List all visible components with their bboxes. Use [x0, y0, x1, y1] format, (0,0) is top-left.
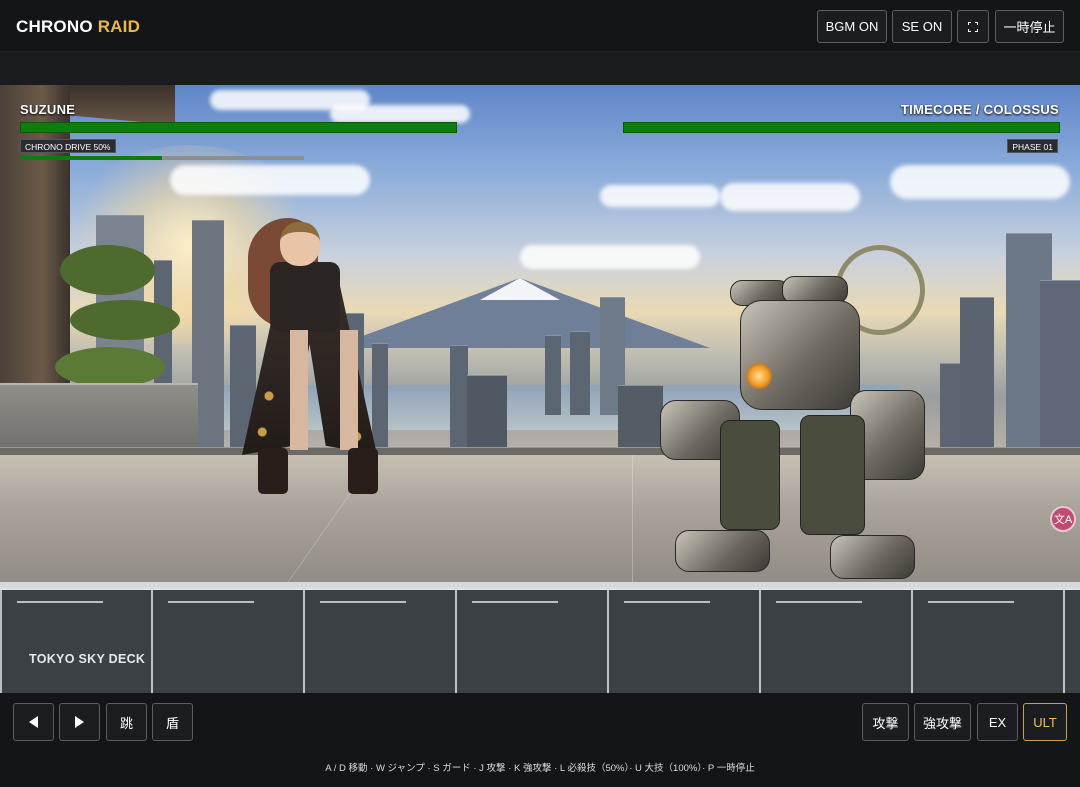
hero-leg [340, 330, 358, 450]
logo-accent: RAID [97, 17, 141, 36]
hedge [55, 347, 165, 387]
logo-main: CHRONO [16, 17, 93, 36]
enemy-name: TIMECORE / COLOSSUS [900, 102, 1059, 117]
panel-cell [305, 590, 457, 693]
chrono-drive-label: CHRONO DRIVE 50% [20, 139, 116, 153]
mech-core [746, 363, 772, 389]
move-right-button[interactable] [59, 703, 100, 741]
chrono-drive-fill [20, 156, 162, 160]
fullscreen-icon [968, 21, 978, 32]
mount-fuji-snow [480, 278, 560, 300]
floor-seam [632, 455, 633, 588]
mech-torso [740, 300, 860, 410]
building [960, 297, 994, 450]
bgm-toggle-button[interactable]: BGM ON [817, 10, 887, 43]
pause-button[interactable]: 一時停止 [995, 10, 1064, 43]
heavy-attack-button[interactable]: 強攻撃 [914, 703, 971, 741]
ult-button[interactable]: ULT [1023, 703, 1067, 741]
player-hp-bar [20, 122, 457, 133]
hero-torso [270, 262, 340, 332]
translate-icon[interactable]: 文A [1050, 506, 1076, 532]
hero-leg [290, 330, 308, 450]
stage-name: TOKYO SKY DECK [29, 652, 146, 666]
stage-info-panel [0, 588, 1080, 693]
panel-cell [761, 590, 913, 693]
building [450, 345, 468, 450]
cloud [720, 183, 860, 211]
hero-boot [348, 448, 378, 494]
cloud [170, 165, 370, 195]
enemy-hp-bar [623, 122, 1060, 133]
hero-boot [258, 448, 288, 494]
panel-cell [457, 590, 609, 693]
header-spacer [0, 52, 1080, 85]
guard-button[interactable]: 盾 [152, 703, 193, 741]
cloud [520, 245, 700, 269]
arrow-right-icon [75, 716, 84, 728]
hero-head [280, 222, 320, 266]
chrono-drive-gauge [20, 156, 304, 160]
building [467, 375, 507, 450]
bonsai-tree [70, 300, 180, 340]
building [618, 385, 663, 450]
battle-stage [0, 85, 1080, 588]
controls-help-text: A / D 移動 · W ジャンプ · S ガード · J 攻撃 · K 強攻撃… [0, 751, 1080, 785]
panel-cell [153, 590, 305, 693]
mech-foot [830, 535, 915, 579]
phase-label: PHASE 01 [1007, 139, 1058, 153]
fullscreen-button[interactable] [957, 10, 989, 43]
building [1040, 280, 1080, 450]
ex-button[interactable]: EX [977, 703, 1018, 741]
se-toggle-button[interactable]: SE ON [892, 10, 952, 43]
building [570, 331, 590, 415]
arrow-left-icon [29, 716, 38, 728]
top-bar: CHRONO RAID BGM ON SE ON 一時停止 [0, 0, 1080, 52]
cloud [330, 105, 470, 123]
panel-cell [609, 590, 761, 693]
move-left-button[interactable] [13, 703, 54, 741]
building [545, 335, 561, 415]
attack-button[interactable]: 攻撃 [862, 703, 909, 741]
bonsai-tree [60, 245, 155, 295]
mech-leg [800, 415, 865, 535]
jump-button[interactable]: 跳 [106, 703, 147, 741]
mech-foot [675, 530, 770, 572]
mech-leg [720, 420, 780, 530]
player-name: SUZUNE [20, 102, 76, 117]
game-logo: CHRONO RAID [16, 17, 140, 37]
cloud [890, 165, 1070, 199]
panel-cell [913, 590, 1065, 693]
panel-cell [0, 590, 153, 693]
cloud [600, 185, 720, 207]
